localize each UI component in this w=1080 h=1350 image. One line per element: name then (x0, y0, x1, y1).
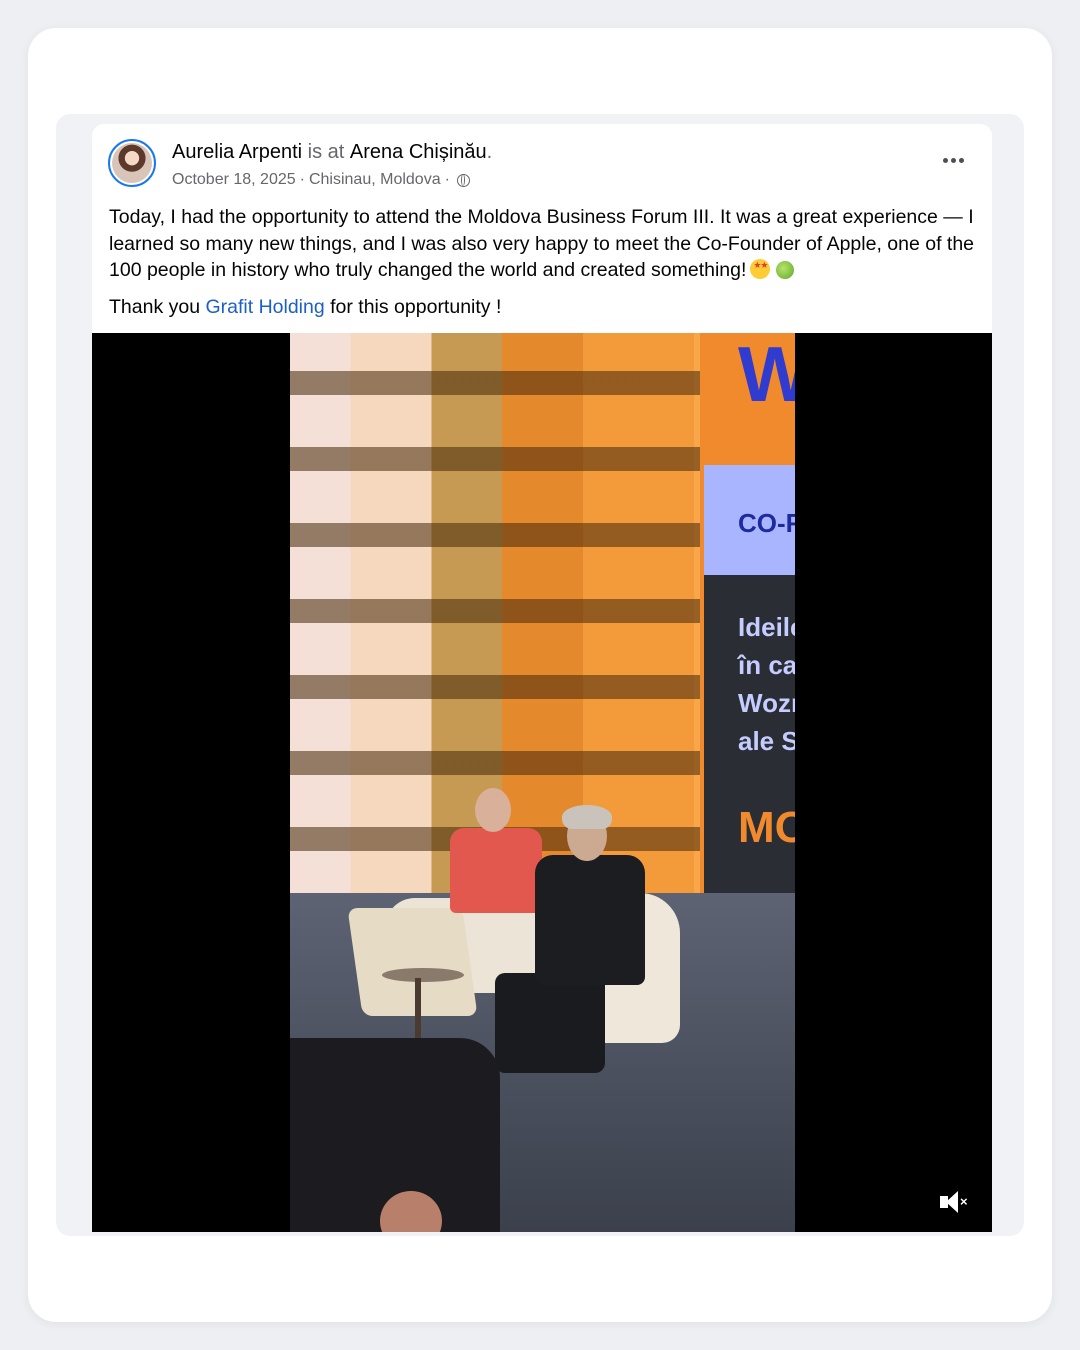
location-link[interactable]: Arena Chișinău (350, 141, 487, 163)
host-jacket (450, 828, 542, 913)
post-paragraph-1-text: Today, I had the opportunity to attend t… (109, 206, 975, 281)
post-header-title: Aurelia Arpenti is at Arena Chișinău. (172, 141, 492, 164)
post-meta: October 18, 2025 · Chisinau, Moldova · (172, 171, 470, 189)
avatar-image (112, 143, 152, 183)
opportunity-text: for this opportunity ! (330, 295, 502, 318)
header-period: . (486, 141, 493, 163)
thank-you-text: Thank you (109, 295, 201, 318)
post-body: Today, I had the opportunity to attend t… (109, 204, 985, 320)
video-player[interactable]: W CO-FOU Ideile sa în care l Woznial ale… (92, 333, 992, 1232)
guest-hair (562, 805, 612, 829)
globe-icon[interactable] (456, 173, 470, 187)
is-at-text: is at (307, 141, 345, 163)
guest-legs (495, 973, 605, 1073)
post-paragraph-2: Thank you Grafit Holding for this opport… (109, 294, 985, 321)
host-head (475, 788, 511, 832)
meta-separator-1: · (299, 171, 305, 188)
post-place[interactable]: Chisinau, Moldova (309, 171, 441, 189)
video-frame: W CO-FOU Ideile sa în care l Woznial ale… (290, 333, 795, 1232)
mute-icon[interactable]: × (938, 1190, 970, 1216)
side-table (382, 968, 464, 982)
guest-body (535, 855, 645, 985)
green-apple-emoji (776, 261, 795, 279)
screen-text-bottom: MOL (738, 803, 795, 852)
facebook-post: Aurelia Arpenti is at Arena Chișinău. Oc… (92, 124, 992, 1232)
star-struck-emoji (750, 259, 771, 279)
more-options-icon[interactable] (938, 150, 968, 170)
avatar[interactable] (108, 139, 156, 187)
post-date[interactable]: October 18, 2025 (172, 171, 296, 189)
screen-line: Woznial (738, 688, 795, 718)
screen-text-cofounder: CO-FOU (738, 508, 795, 538)
host-legs (347, 908, 478, 1016)
screen-line: în care l (738, 650, 795, 680)
meta-separator-2: · (444, 171, 450, 188)
post-paragraph-1: Today, I had the opportunity to attend t… (109, 204, 985, 284)
screen-line: ale Silic (738, 726, 795, 756)
author-name[interactable]: Aurelia Arpenti (172, 141, 302, 163)
screen-text-top: W (738, 333, 795, 418)
screen-text-body: Ideile sa în care l Woznial ale Silic (738, 608, 795, 760)
mention-link[interactable]: Grafit Holding (205, 296, 324, 318)
screen-line: Ideile sa (738, 612, 795, 642)
